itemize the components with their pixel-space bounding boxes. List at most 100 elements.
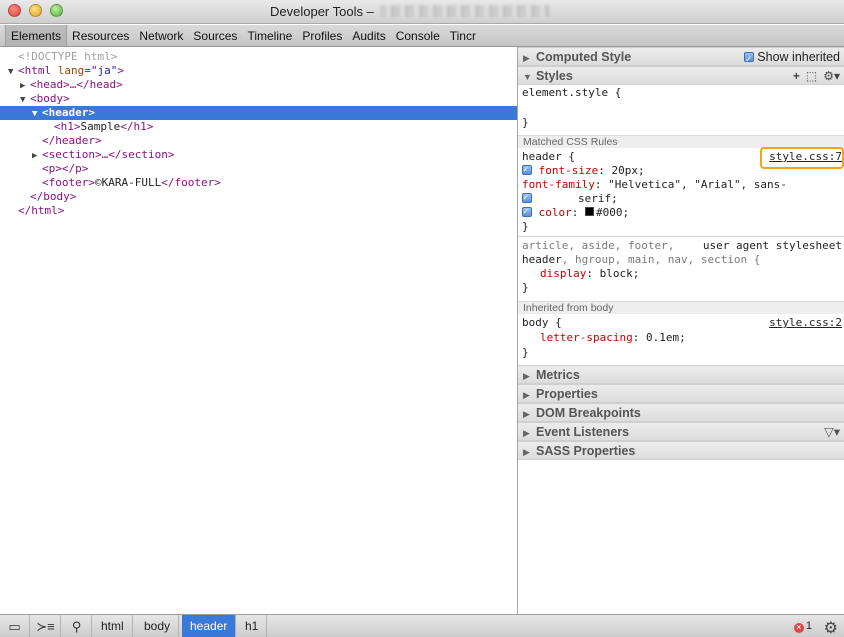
blurred-url: [379, 5, 550, 17]
dom-node-doctype[interactable]: <!DOCTYPE html>: [18, 50, 117, 64]
body-rule-close: }: [522, 346, 529, 360]
dom-node-footer[interactable]: <footer>©KARA-FULL</footer>: [42, 176, 221, 190]
show-inherited-checkbox[interactable]: [743, 50, 754, 69]
dom-breakpoints-label: DOM Breakpoints: [536, 406, 641, 420]
element-style-rule[interactable]: element.style {: [522, 86, 621, 100]
tab-profiles[interactable]: Profiles: [297, 25, 347, 46]
breadcrumb-html[interactable]: html: [93, 615, 133, 637]
font-family-declaration[interactable]: font-family: "Helvetica", "Arial", sans-: [522, 178, 787, 192]
matched-rules-label: Matched CSS Rules: [523, 136, 618, 148]
close-brace: }: [522, 220, 529, 233]
dom-node-header-close[interactable]: </header>: [42, 134, 102, 148]
styles-toolbar: + ⬚ ⚙▾: [793, 67, 840, 86]
body-tag: <body>: [30, 92, 70, 105]
section-tag: <section>…</section>: [42, 148, 175, 161]
display-declaration: display: block;: [540, 267, 640, 280]
sass-properties-label: SASS Properties: [536, 444, 636, 458]
dom-node-body-close[interactable]: </body>: [30, 190, 76, 204]
dom-node-p[interactable]: <p></p>: [42, 162, 88, 176]
font-size-checkbox[interactable]: [522, 163, 532, 177]
h1-close-tag: </h1>: [120, 120, 154, 133]
tab-timeline[interactable]: Timeline: [242, 25, 297, 46]
minimize-window-button[interactable]: [29, 4, 42, 17]
ua-selector-header: header: [522, 253, 562, 266]
error-counter[interactable]: ✕ 1: [793, 620, 812, 633]
breadcrumb-body[interactable]: body: [136, 615, 180, 637]
tab-console[interactable]: Console: [391, 25, 445, 46]
font-size-declaration[interactable]: font-size: 20px;: [522, 163, 645, 178]
body-rule-selector[interactable]: body {: [522, 316, 562, 330]
tab-network[interactable]: Network: [134, 25, 188, 46]
event-listeners-section-header[interactable]: ▶ Event Listeners ▽▾: [518, 422, 844, 441]
show-inherited-label: Show inherited: [757, 50, 840, 64]
close-brace: }: [522, 116, 529, 129]
properties-section-header[interactable]: ▶ Properties: [518, 384, 844, 403]
collapse-triangle-icon[interactable]: ▶: [20, 79, 30, 93]
ua-rule-selector: article, aside, footer,: [522, 239, 674, 253]
dom-breakpoints-section-header[interactable]: ▶ DOM Breakpoints: [518, 403, 844, 422]
tab-tincr[interactable]: Tincr: [445, 25, 481, 46]
console-toggle-icon[interactable]: ≻≡: [31, 615, 61, 637]
element-state-icon[interactable]: ⬚: [806, 69, 817, 83]
dom-node-html-close[interactable]: </html>: [18, 204, 64, 218]
dom-node-html[interactable]: ▼ <html lang="ja">: [8, 64, 124, 78]
computed-style-header[interactable]: ▶Computed Style Show inherited: [518, 47, 844, 69]
styles-header[interactable]: ▼ Styles + ⬚ ⚙▾: [518, 66, 844, 85]
styles-label: Styles: [536, 69, 573, 83]
breadcrumb-h1[interactable]: h1: [237, 615, 268, 637]
font-family-checkbox[interactable]: [522, 191, 532, 205]
header-rule-selector[interactable]: header {: [522, 150, 575, 164]
expand-triangle-icon[interactable]: ▼: [8, 65, 18, 79]
show-inherited-toggle[interactable]: Show inherited: [743, 48, 840, 69]
p-tag: <p></p>: [42, 162, 89, 175]
font-family-prop: font-family: [522, 178, 595, 191]
element-style-close: }: [522, 116, 529, 130]
header-close-tag: </header>: [42, 134, 102, 147]
expand-triangle-icon[interactable]: ▼: [32, 107, 42, 121]
window-controls: [8, 4, 63, 17]
dom-node-head[interactable]: ▶ <head>…</head>: [20, 78, 123, 92]
tab-elements[interactable]: Elements: [5, 25, 68, 46]
window-title: Developer Tools –: [270, 4, 550, 19]
settings-gear-icon[interactable]: ⚙: [824, 618, 838, 637]
inspect-search-icon[interactable]: ⚲: [62, 615, 92, 637]
dom-node-body[interactable]: ▼ <body>: [20, 92, 70, 106]
filter-icon[interactable]: ▽▾: [824, 423, 840, 442]
tab-audits[interactable]: Audits: [347, 25, 390, 46]
dom-node-section[interactable]: ▶ <section>…</section>: [32, 148, 174, 162]
styles-settings-gear-icon[interactable]: ⚙▾: [823, 69, 840, 83]
tab-sources[interactable]: Sources: [188, 25, 242, 46]
dock-toggle-icon[interactable]: ▭: [0, 615, 30, 637]
font-family-value-cont: serif;: [578, 192, 618, 205]
status-bar: ▭ ≻≡ ⚲ html body header h1 ✕ 1 ⚙: [0, 614, 844, 637]
dom-node-h1[interactable]: <h1>Sample</h1>: [54, 120, 153, 134]
color-declaration[interactable]: color: #000;: [522, 205, 629, 220]
new-rule-icon[interactable]: +: [793, 69, 800, 83]
h1-open-tag: <h1>: [54, 120, 81, 133]
zoom-window-button[interactable]: [50, 4, 63, 17]
color-swatch[interactable]: [585, 207, 594, 216]
expand-triangle-icon[interactable]: ▼: [20, 93, 30, 107]
metrics-section-header[interactable]: ▶ Metrics: [518, 365, 844, 384]
ua-selector-rest: , hgroup, main, nav, section {: [561, 253, 761, 266]
font-family-continuation: serif;: [522, 191, 618, 206]
style-css-2-link[interactable]: style.css:2: [769, 316, 842, 330]
header-selector-text: header {: [522, 150, 575, 163]
inherited-from-label: Inherited from: [523, 302, 588, 314]
collapse-triangle-icon[interactable]: ▶: [32, 149, 42, 163]
display-value: block;: [599, 267, 640, 280]
sass-properties-section-header[interactable]: ▶ SASS Properties: [518, 441, 844, 460]
font-size-value: 20px;: [611, 164, 645, 177]
element-style-selector: element.style {: [522, 86, 622, 99]
tab-resources[interactable]: Resources: [67, 25, 134, 46]
inherited-element-link[interactable]: body: [591, 302, 614, 314]
window-title-text: Developer Tools –: [270, 4, 374, 19]
color-checkbox[interactable]: [522, 205, 532, 219]
close-window-button[interactable]: [8, 4, 21, 17]
breadcrumb-header[interactable]: header: [182, 615, 237, 637]
event-listeners-label: Event Listeners: [536, 425, 630, 439]
letter-spacing-declaration[interactable]: letter-spacing: 0.1em;: [540, 331, 686, 345]
dom-node-header-selected[interactable]: ▼ <header>: [0, 106, 517, 120]
computed-style-label: Computed Style: [536, 50, 632, 64]
color-prop: color: [538, 206, 572, 219]
